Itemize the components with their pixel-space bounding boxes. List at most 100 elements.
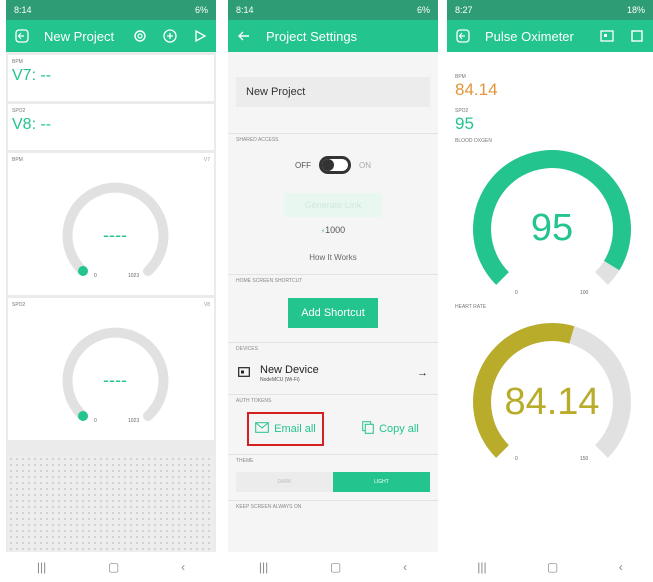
gauge-max: 100	[580, 290, 589, 296]
gauge-indicator	[78, 411, 88, 421]
widget-value: V8: --	[12, 116, 52, 133]
back-button[interactable]: ‹	[403, 560, 407, 574]
widget-pin: V8	[203, 302, 210, 308]
bpm-value: 84.14	[455, 80, 498, 99]
section-header: THEME	[236, 458, 254, 464]
heart-rate-gauge: 84.14 0 150	[473, 323, 631, 462]
gauge-min: 0	[515, 456, 518, 462]
widget-label: SPO2	[12, 108, 26, 114]
status-battery: 18%	[626, 5, 645, 15]
device-item[interactable]: New Device NodeMCU (Wi-Fi) →	[228, 360, 438, 386]
back-button[interactable]: ‹	[181, 560, 185, 574]
gauge-dial: ---- 0 1023	[62, 182, 169, 279]
blood-oxygen-gauge: 95 0 100	[473, 150, 631, 296]
recent-apps-button[interactable]: |||	[259, 560, 268, 574]
system-nav-bar: ||| ▢ ‹	[447, 552, 653, 582]
spo2-value: 95	[455, 114, 474, 133]
theme-selector: DARK LIGHT	[236, 472, 430, 492]
email-icon	[255, 422, 269, 436]
gauge-min: 0	[94, 273, 97, 279]
settings-content: New Project SHARED ACCESS OFF ON Generat…	[228, 52, 438, 552]
how-it-works-link[interactable]: How It Works	[228, 253, 438, 262]
divider	[228, 394, 438, 395]
page-title: New Project	[44, 28, 115, 44]
gauge-value: ----	[103, 370, 127, 390]
divider	[228, 342, 438, 343]
energy-cost: ⚡1000	[228, 225, 438, 235]
system-nav-bar: ||| ▢ ‹	[6, 552, 216, 582]
dashboard: BPM 84.14 SPO2 95 BLOOD OXGEN 95 0 100 H…	[447, 52, 653, 552]
status-bar: 8:14 6%	[6, 0, 216, 20]
copy-all-button[interactable]: Copy all	[362, 421, 419, 437]
device-icon[interactable]	[599, 28, 615, 44]
gauge-min: 0	[515, 290, 518, 296]
divider	[228, 500, 438, 501]
gauge-max: 150	[580, 456, 589, 462]
add-widget-icon[interactable]	[162, 28, 178, 44]
status-time: 8:14	[14, 5, 32, 15]
gauge-value: 95	[531, 207, 573, 249]
generate-link-button[interactable]: Generate Link	[284, 193, 382, 217]
gauge-indicator	[78, 266, 88, 276]
exit-icon[interactable]	[14, 28, 30, 44]
section-header: HOME SCREEN SHORTCUT	[236, 278, 303, 284]
exit-icon[interactable]	[455, 28, 471, 44]
divider	[228, 454, 438, 455]
shared-access-switch[interactable]	[319, 156, 351, 174]
device-icon	[238, 364, 250, 382]
page-title: Project Settings	[266, 28, 358, 44]
phone-project-settings: 8:14 6% Project Settings New Project SHA…	[228, 0, 438, 582]
page-title: Pulse Oximeter	[485, 28, 574, 44]
gauge-min: 0	[94, 418, 97, 424]
system-nav-bar: ||| ▢ ‹	[228, 552, 438, 582]
widget-value: V7: --	[12, 67, 52, 84]
toggle-off-label: OFF	[295, 160, 311, 170]
play-icon[interactable]	[192, 28, 208, 44]
recent-apps-button[interactable]: |||	[477, 560, 486, 574]
empty-canvas-grid[interactable]	[8, 456, 214, 552]
gauge-max: 1023	[128, 418, 139, 424]
widget-label: BPM	[12, 59, 23, 65]
widget-pin: V7	[203, 157, 210, 163]
phone-pulse-oximeter: 8:27 18% Pulse Oximeter BPM 84.14 SPO2 9…	[447, 0, 653, 582]
section-header: SHARED ACCESS	[236, 137, 279, 143]
app-bar: Pulse Oximeter	[447, 20, 653, 52]
gauge-value: 84.14	[504, 381, 599, 423]
back-button[interactable]: ‹	[619, 560, 623, 574]
theme-light-option[interactable]: LIGHT	[333, 472, 430, 492]
status-bar: 8:27 18%	[447, 0, 653, 20]
status-time: 8:14	[236, 5, 254, 15]
shared-access-toggle-row: OFF ON	[228, 156, 438, 174]
home-button[interactable]: ▢	[330, 560, 341, 574]
section-header: AUTH TOKENS	[236, 398, 272, 404]
home-button[interactable]: ▢	[108, 560, 119, 574]
project-name-field[interactable]: New Project	[236, 77, 430, 107]
home-button[interactable]: ▢	[547, 560, 558, 574]
gauge-max: 1023	[128, 273, 139, 279]
add-shortcut-button[interactable]: Add Shortcut	[288, 298, 378, 328]
status-battery: 6%	[416, 5, 430, 15]
email-all-label: Email all	[274, 423, 316, 435]
section-header: KEEP SCREEN ALWAYS ON	[236, 504, 302, 510]
back-arrow-icon[interactable]	[236, 28, 252, 44]
gauge-widget[interactable]: SPO2 V8 ---- 0 1023	[8, 298, 214, 440]
device-name: New Device	[260, 363, 319, 376]
settings-icon[interactable]	[132, 28, 148, 44]
copy-all-label: Copy all	[379, 423, 419, 435]
section-header: DEVICES	[236, 346, 258, 352]
recent-apps-button[interactable]: |||	[37, 560, 46, 574]
app-bar: New Project	[6, 20, 216, 52]
auth-token-actions: Email all Copy all	[228, 410, 438, 448]
divider	[228, 274, 438, 275]
gauge-widget[interactable]: BPM V7 ---- 0 1023	[8, 153, 214, 295]
status-bar: 8:14 6%	[228, 0, 438, 20]
status-time: 8:27	[455, 5, 473, 15]
email-all-button[interactable]: Email all	[247, 412, 324, 446]
stop-icon[interactable]	[629, 28, 645, 44]
device-type: NodeMCU (Wi-Fi)	[260, 376, 300, 383]
app-bar: Project Settings	[228, 20, 438, 52]
value-display-widget[interactable]: BPM V7: --	[8, 55, 214, 101]
gauge-value: ----	[103, 225, 127, 245]
theme-dark-option[interactable]: DARK	[236, 472, 333, 492]
value-display-widget[interactable]: SPO2 V8: --	[8, 104, 214, 150]
